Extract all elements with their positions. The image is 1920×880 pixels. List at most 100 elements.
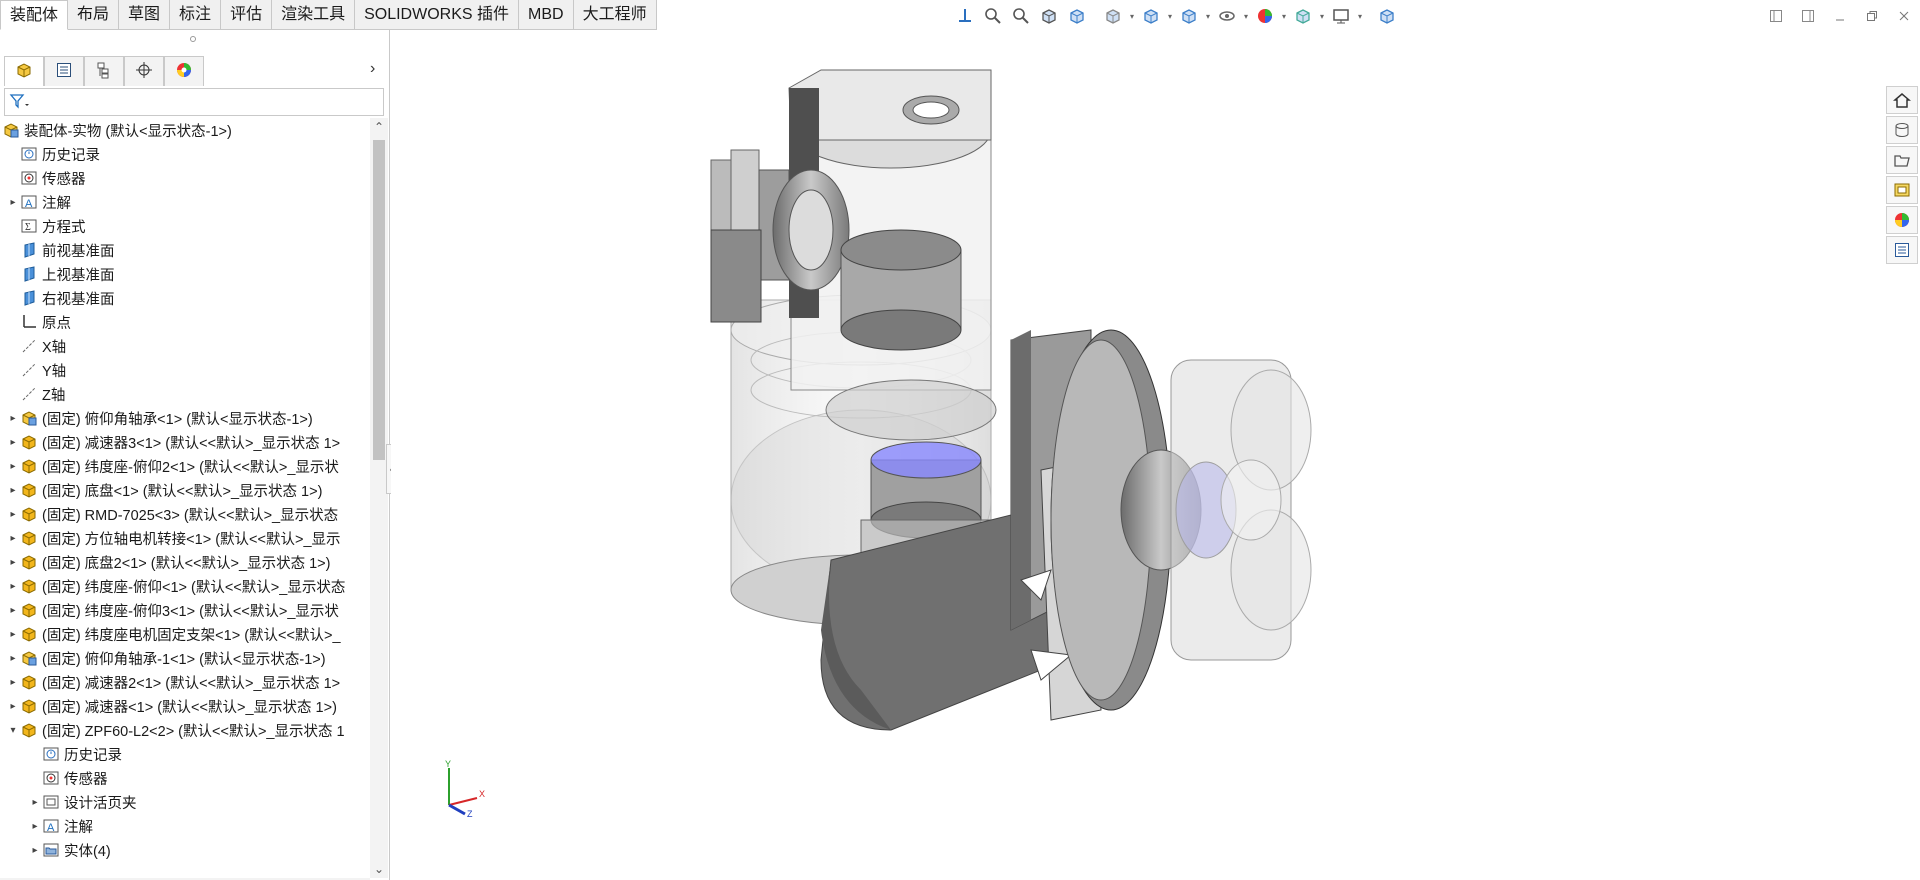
display-style-icon[interactable] — [1176, 4, 1202, 28]
view-orientation-icon[interactable] — [952, 4, 978, 28]
tree-vertical-scrollbar[interactable]: ⌃ ⌄ — [370, 118, 388, 878]
tree-filter[interactable] — [4, 88, 384, 116]
tree-expander-icon[interactable]: ▸ — [6, 430, 20, 454]
section-view-icon[interactable] — [1064, 4, 1090, 28]
tree-expander-icon[interactable]: ▸ — [6, 694, 20, 718]
tree-expander-icon[interactable]: ▸ — [6, 670, 20, 694]
tree-item[interactable]: 原点 — [0, 310, 368, 334]
3d-view-icon[interactable] — [1374, 4, 1400, 28]
tree-item[interactable]: ▸ (固定) RMD-7025<3> (默认<<默认>_显示状态 — [0, 502, 368, 526]
tree-item[interactable]: ▸ (固定) 减速器2<1> (默认<<默认>_显示状态 1> — [0, 670, 368, 694]
dropdown-arrow-icon[interactable]: ▾ — [1242, 4, 1250, 28]
tree-item[interactable]: ▸ (固定) 纬度座-俯仰<1> (默认<<默认>_显示状态 — [0, 574, 368, 598]
tab-6[interactable]: SOLIDWORKS 插件 — [355, 0, 520, 30]
tree-item[interactable]: 传感器 — [0, 166, 368, 190]
view-palette-icon[interactable] — [1886, 176, 1918, 204]
solidworks-resources-icon[interactable] — [1886, 86, 1918, 114]
tree-item[interactable]: ▸ (固定) 底盘2<1> (默认<<默认>_显示状态 1>) — [0, 550, 368, 574]
appearances-icon[interactable] — [1886, 206, 1918, 234]
graphics-area[interactable]: Y X Z — [391, 30, 1920, 880]
design-library-icon[interactable] — [1886, 116, 1918, 144]
tree-item[interactable]: ▸ (固定) 纬度座-俯仰3<1> (默认<<默认>_显示状 — [0, 598, 368, 622]
zoom-to-fit-icon[interactable] — [980, 4, 1006, 28]
tree-item[interactable]: ▸ (固定) 俯仰角轴承-1<1> (默认<显示状态-1>) — [0, 646, 368, 670]
minimize-icon[interactable] — [1824, 4, 1856, 28]
previous-view-icon[interactable] — [1036, 4, 1062, 28]
tree-expander-icon[interactable]: ▸ — [6, 478, 20, 502]
tree-expander-icon[interactable]: ▸ — [28, 790, 42, 814]
more-tabs-chevron-icon[interactable]: › — [370, 60, 375, 78]
tab-8[interactable]: 大工程师 — [573, 0, 657, 30]
scroll-up-icon[interactable]: ⌃ — [370, 118, 388, 136]
scroll-down-icon[interactable]: ⌄ — [370, 860, 388, 878]
dropdown-arrow-icon[interactable]: ▾ — [1128, 4, 1136, 28]
pane-grip[interactable] — [190, 36, 196, 42]
tree-root[interactable]: 装配体-实物 (默认<显示状态-1>) — [0, 118, 368, 142]
tree-expander-icon[interactable]: ▸ — [6, 646, 20, 670]
tab-7[interactable]: MBD — [519, 0, 574, 30]
view-settings-icon[interactable] — [1328, 4, 1354, 28]
tree-item[interactable]: 右视基准面 — [0, 286, 368, 310]
tab-0[interactable]: 装配体 — [0, 0, 69, 30]
dropdown-arrow-icon[interactable]: ▾ — [1166, 4, 1174, 28]
dropdown-arrow-icon[interactable]: ▾ — [1280, 4, 1288, 28]
tree-item[interactable]: 历史记录 — [0, 742, 368, 766]
tree-item[interactable]: ▸ (固定) 纬度座-俯仰2<1> (默认<<默认>_显示状 — [0, 454, 368, 478]
tree-expander-icon[interactable]: ▸ — [6, 622, 20, 646]
tab-4[interactable]: 评估 — [221, 0, 273, 30]
tree-item[interactable]: ▸ (固定) 俯仰角轴承<1> (默认<显示状态-1>) — [0, 406, 368, 430]
tab-1[interactable]: 布局 — [68, 0, 120, 30]
dropdown-arrow-icon[interactable]: ▾ — [1318, 4, 1326, 28]
tile-left-icon[interactable] — [1760, 4, 1792, 28]
tree-item[interactable]: ▾ (固定) ZPF60-L2<2> (默认<<默认>_显示状态 1 — [0, 718, 368, 742]
tree-item[interactable]: 上视基准面 — [0, 262, 368, 286]
dropdown-arrow-icon[interactable]: ▾ — [1356, 4, 1364, 28]
view-orientation-cube-icon[interactable] — [1138, 4, 1164, 28]
tree-expander-icon[interactable]: ▸ — [28, 838, 42, 862]
restore-icon[interactable] — [1856, 4, 1888, 28]
tab-2[interactable]: 草图 — [119, 0, 171, 30]
tree-item[interactable]: ▸ 设计活页夹 — [0, 790, 368, 814]
tree-expander-icon[interactable]: ▸ — [6, 550, 20, 574]
tab-feature-manager[interactable] — [4, 56, 44, 86]
tree-item[interactable]: ▸ A 注解 — [0, 190, 368, 214]
tree-expander-icon[interactable]: ▸ — [28, 814, 42, 838]
tree-expander-icon[interactable]: ▸ — [6, 598, 20, 622]
tree-item[interactable]: ▸ (固定) 方位轴电机转接<1> (默认<<默认>_显示 — [0, 526, 368, 550]
close-icon[interactable] — [1888, 4, 1920, 28]
tab-property-manager[interactable] — [44, 56, 84, 86]
tree-expander-icon[interactable]: ▸ — [6, 454, 20, 478]
tree-item[interactable]: Y轴 — [0, 358, 368, 382]
tree-expander-icon[interactable]: ▸ — [6, 574, 20, 598]
tree-item[interactable]: ▸ (固定) 减速器<1> (默认<<默认>_显示状态 1>) — [0, 694, 368, 718]
tree-item[interactable]: ▸ 实体(4) — [0, 838, 368, 862]
dynamic-annotation-icon[interactable] — [1100, 4, 1126, 28]
custom-properties-icon[interactable] — [1886, 236, 1918, 264]
hide-show-icon[interactable] — [1214, 4, 1240, 28]
tree-item[interactable]: ▸ (固定) 纬度座电机固定支架<1> (默认<<默认>_ — [0, 622, 368, 646]
tab-dimxpert-manager[interactable] — [124, 56, 164, 86]
tree-item[interactable]: 传感器 — [0, 766, 368, 790]
tree-item[interactable]: ▸ (固定) 减速器3<1> (默认<<默认>_显示状态 1> — [0, 430, 368, 454]
tile-right-icon[interactable] — [1792, 4, 1824, 28]
tab-display-manager[interactable] — [164, 56, 204, 86]
tree-item[interactable]: X轴 — [0, 334, 368, 358]
tree-item[interactable]: 前视基准面 — [0, 238, 368, 262]
tree-expander-icon[interactable]: ▸ — [6, 406, 20, 430]
file-explorer-icon[interactable] — [1886, 146, 1918, 174]
tree-item[interactable]: Σ 方程式 — [0, 214, 368, 238]
tree-item[interactable]: ▸ A 注解 — [0, 814, 368, 838]
apply-scene-icon[interactable] — [1290, 4, 1316, 28]
tab-configuration-manager[interactable] — [84, 56, 124, 86]
tree-expander-icon[interactable]: ▸ — [6, 526, 20, 550]
edit-appearance-icon[interactable] — [1252, 4, 1278, 28]
vertical-scroll-thumb[interactable] — [373, 140, 385, 460]
tab-5[interactable]: 渲染工具 — [272, 0, 356, 30]
tree-item[interactable]: Z轴 — [0, 382, 368, 406]
tab-3[interactable]: 标注 — [170, 0, 222, 30]
tree-expander-icon[interactable]: ▸ — [6, 502, 20, 526]
dropdown-arrow-icon[interactable]: ▾ — [1204, 4, 1212, 28]
tree-item[interactable]: 历史记录 — [0, 142, 368, 166]
tree-item[interactable]: ▸ (固定) 底盘<1> (默认<<默认>_显示状态 1>) — [0, 478, 368, 502]
tree-expander-icon[interactable]: ▸ — [6, 190, 20, 214]
